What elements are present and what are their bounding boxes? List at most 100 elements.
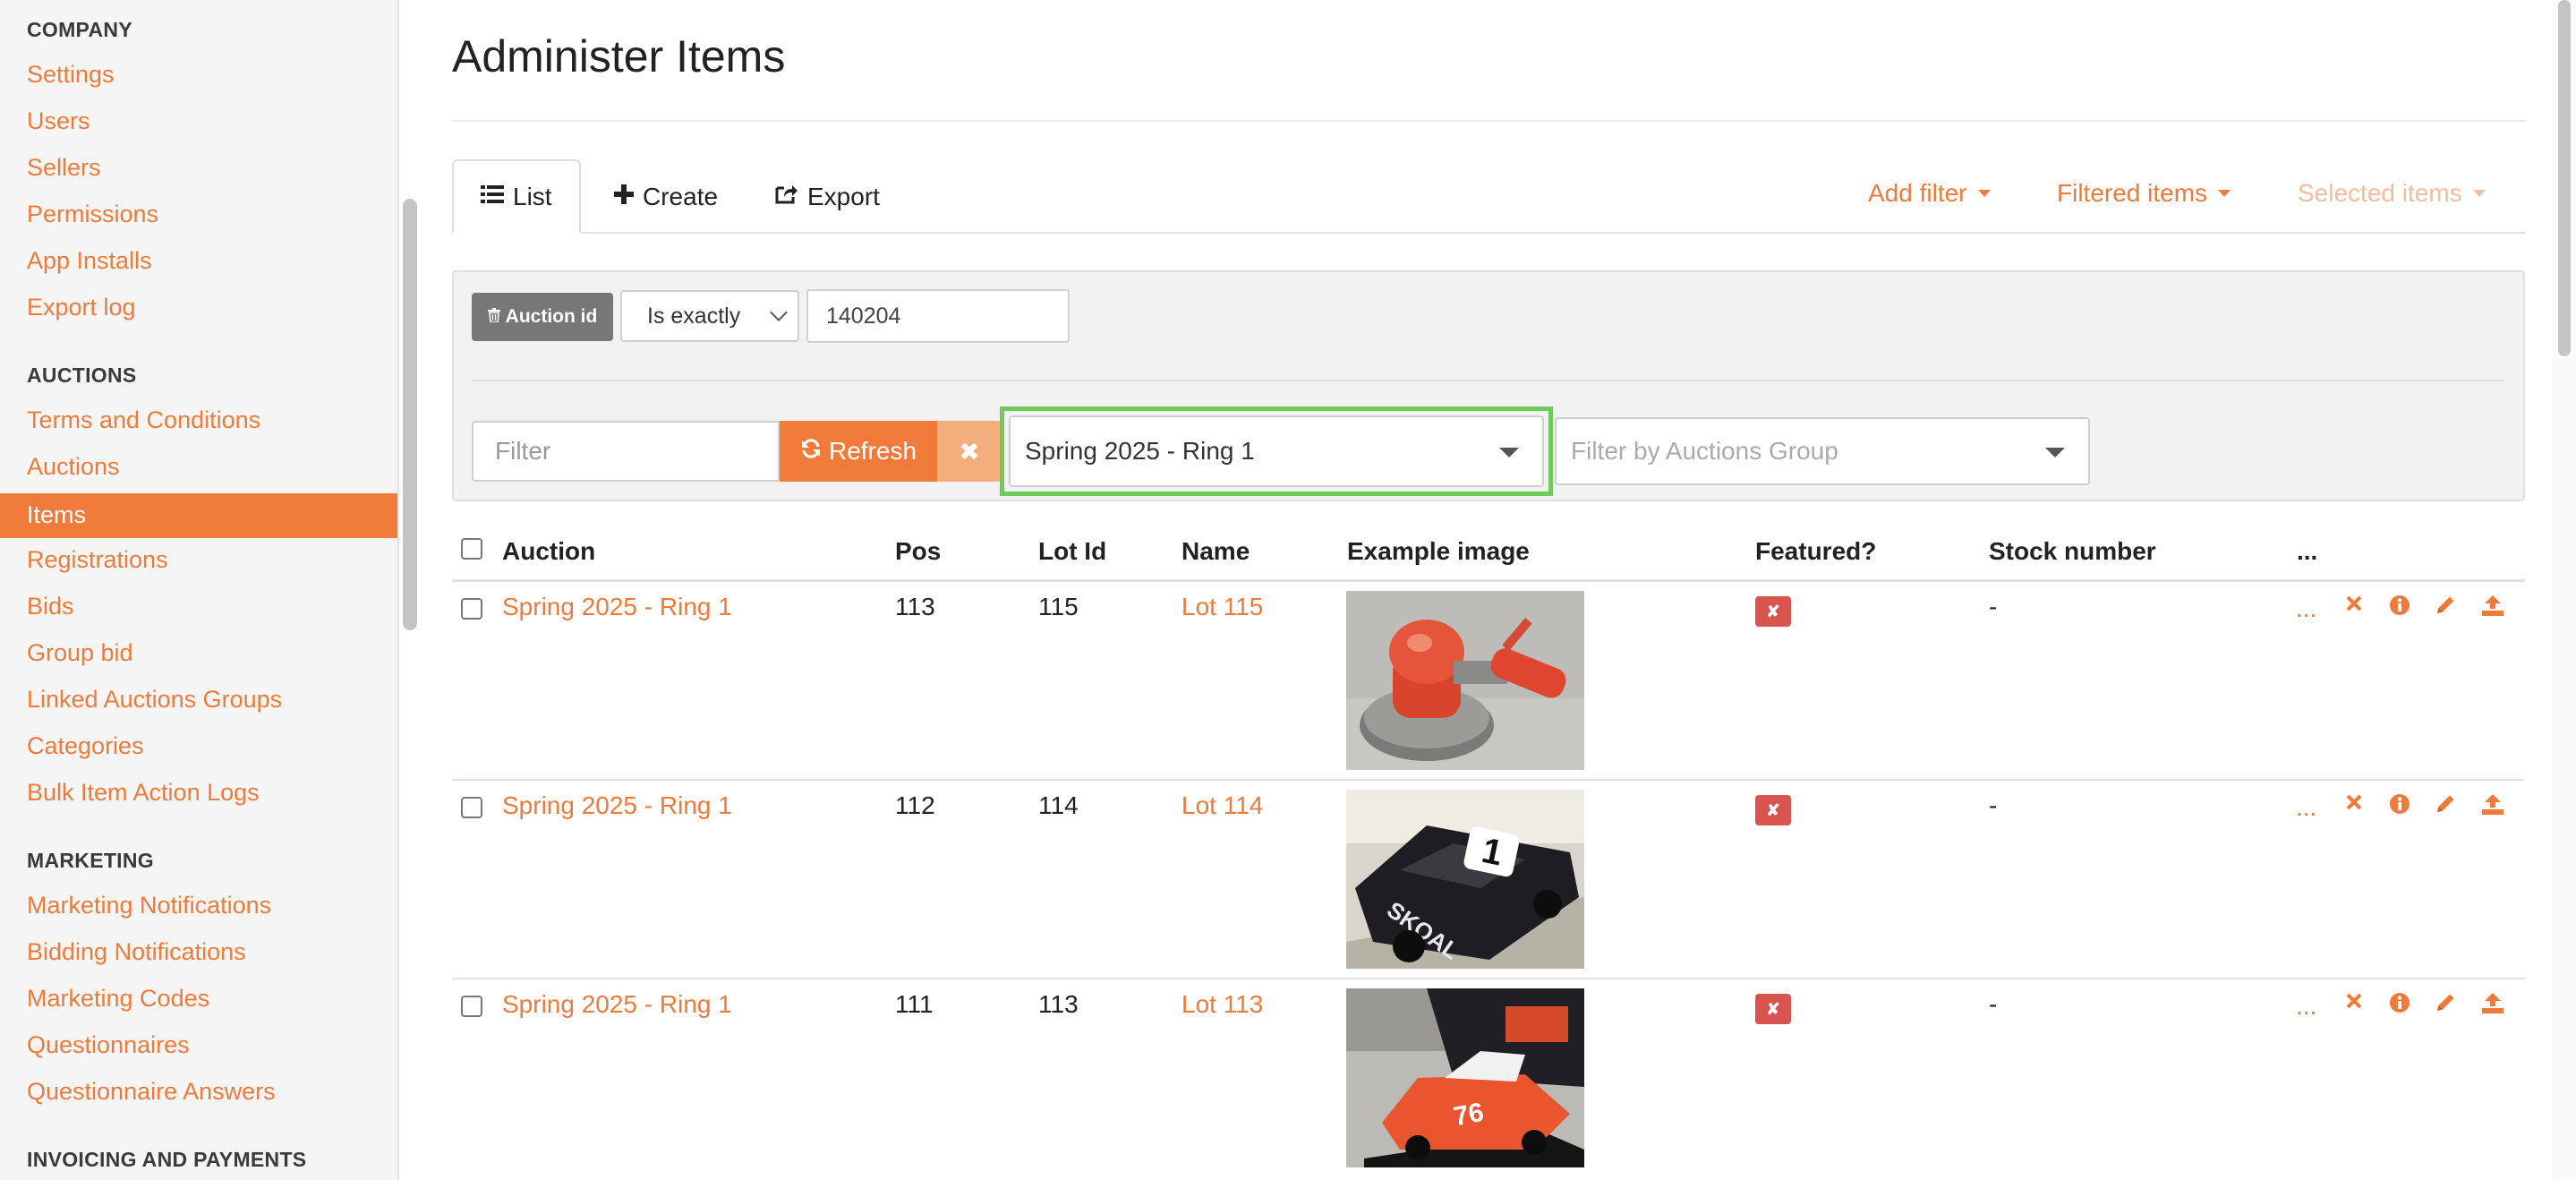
auction-id-input[interactable]: 140204 bbox=[806, 289, 1070, 343]
sidebar-item-items[interactable]: Items bbox=[0, 493, 397, 538]
filter-operator-select[interactable]: Is exactly bbox=[620, 290, 799, 342]
item-thumbnail-sander[interactable] bbox=[1346, 591, 1584, 770]
close-icon: ✖ bbox=[959, 437, 980, 466]
featured-no-badge[interactable]: ✘ bbox=[1755, 994, 1791, 1024]
row-checkbox[interactable] bbox=[461, 598, 482, 620]
info-icon[interactable] bbox=[2389, 594, 2410, 616]
sidebar-heading-marketing: MARKETING bbox=[27, 849, 154, 872]
sidebar-item-categories[interactable]: Categories bbox=[27, 732, 144, 760]
column-header-stock-number[interactable]: Stock number bbox=[1989, 537, 2156, 566]
title-divider bbox=[452, 120, 2525, 122]
table-row: Spring 2025 - Ring 1 113 115 Lot 115 ✘ -… bbox=[452, 582, 2525, 781]
plus-icon bbox=[614, 183, 634, 210]
sidebar-item-sellers[interactable]: Sellers bbox=[27, 154, 101, 182]
upload-icon[interactable] bbox=[2481, 793, 2504, 815]
caret-down-icon bbox=[2045, 448, 2065, 457]
row-checkbox[interactable] bbox=[461, 996, 482, 1017]
sidebar-item-registrations[interactable]: Registrations bbox=[27, 546, 168, 574]
filtered-items-dropdown[interactable]: Filtered items bbox=[2057, 179, 2231, 208]
column-header-more: ... bbox=[2297, 537, 2318, 565]
tab-export[interactable]: Export bbox=[775, 159, 880, 234]
sidebar-item-terms[interactable]: Terms and Conditions bbox=[27, 406, 260, 434]
upload-icon[interactable] bbox=[2481, 992, 2504, 1013]
refresh-button[interactable]: Refresh bbox=[780, 421, 937, 482]
row-name-link[interactable]: Lot 115 bbox=[1181, 593, 1263, 621]
table-row: Spring 2025 - Ring 1 112 114 Lot 114 1 S… bbox=[452, 781, 2525, 979]
pencil-icon[interactable] bbox=[2435, 594, 2456, 616]
sidebar-item-group-bid[interactable]: Group bid bbox=[27, 639, 133, 667]
add-filter-dropdown[interactable]: Add filter bbox=[1868, 179, 1991, 208]
sidebar-scrollbar[interactable] bbox=[403, 199, 417, 630]
auctions-group-select[interactable]: Filter by Auctions Group bbox=[1555, 417, 2090, 485]
delete-icon[interactable] bbox=[2345, 594, 2363, 612]
info-icon[interactable] bbox=[2389, 992, 2410, 1013]
filtered-items-label: Filtered items bbox=[2057, 179, 2208, 207]
caret-down-icon bbox=[1977, 189, 1991, 197]
table-row: Spring 2025 - Ring 1 111 113 Lot 113 76 … bbox=[452, 979, 2525, 1178]
sidebar-item-marketing-codes[interactable]: Marketing Codes bbox=[27, 985, 209, 1013]
selected-items-dropdown[interactable]: Selected items bbox=[2298, 179, 2486, 208]
caret-down-icon bbox=[2472, 189, 2486, 197]
sidebar-item-permissions[interactable]: Permissions bbox=[27, 201, 158, 228]
row-name-link[interactable]: Lot 113 bbox=[1181, 990, 1263, 1019]
sidebar-item-marketing-notifications[interactable]: Marketing Notifications bbox=[27, 892, 271, 919]
add-filter-label: Add filter bbox=[1868, 179, 1967, 207]
tab-divider bbox=[452, 232, 2525, 234]
sidebar: COMPANY Settings Users Sellers Permissio… bbox=[0, 0, 399, 1180]
column-header-lot-id[interactable]: Lot Id bbox=[1038, 537, 1106, 566]
item-thumbnail-race-car[interactable]: 1 SKOAL bbox=[1346, 790, 1584, 969]
row-auction-link[interactable]: Spring 2025 - Ring 1 bbox=[502, 791, 732, 820]
delete-icon[interactable] bbox=[2345, 992, 2363, 1010]
sidebar-item-auctions[interactable]: Auctions bbox=[27, 453, 120, 481]
more-actions-link[interactable]: ... bbox=[2296, 992, 2316, 1021]
search-input[interactable]: Filter bbox=[472, 421, 780, 482]
sidebar-item-questionnaire-answers[interactable]: Questionnaire Answers bbox=[27, 1078, 276, 1106]
more-actions-link[interactable]: ... bbox=[2296, 793, 2316, 822]
sidebar-item-label: Items bbox=[27, 501, 87, 528]
svg-text:76: 76 bbox=[1452, 1098, 1487, 1132]
item-thumbnail-truck[interactable]: 76 bbox=[1346, 988, 1584, 1167]
pencil-icon[interactable] bbox=[2435, 793, 2456, 815]
page-scrollbar[interactable] bbox=[2558, 0, 2571, 356]
column-header-name[interactable]: Name bbox=[1181, 537, 1250, 566]
clear-filter-button[interactable]: ✖ bbox=[937, 421, 1002, 482]
tab-list[interactable]: List bbox=[452, 159, 581, 234]
column-header-pos[interactable]: Pos bbox=[895, 537, 941, 566]
row-auction-link[interactable]: Spring 2025 - Ring 1 bbox=[502, 990, 732, 1019]
more-actions-link[interactable]: ... bbox=[2296, 594, 2316, 623]
row-stock-number: - bbox=[1989, 791, 1998, 819]
featured-no-badge[interactable]: ✘ bbox=[1755, 596, 1791, 627]
row-name-link[interactable]: Lot 114 bbox=[1181, 791, 1263, 820]
remove-auction-id-filter-button[interactable]: Auction id bbox=[472, 293, 613, 341]
filter-chip-label: Auction id bbox=[505, 306, 598, 327]
sidebar-item-bulk-item-action-logs[interactable]: Bulk Item Action Logs bbox=[27, 779, 260, 807]
selected-items-label: Selected items bbox=[2298, 179, 2462, 207]
sidebar-item-export-log[interactable]: Export log bbox=[27, 294, 136, 321]
caret-down-icon bbox=[1499, 448, 1519, 457]
sidebar-item-bidding-notifications[interactable]: Bidding Notifications bbox=[27, 938, 246, 966]
sidebar-item-questionnaires[interactable]: Questionnaires bbox=[27, 1031, 190, 1059]
info-icon[interactable] bbox=[2389, 793, 2410, 815]
sidebar-item-app-installs[interactable]: App Installs bbox=[27, 247, 152, 275]
select-all-checkbox[interactable] bbox=[461, 538, 482, 560]
caret-down-icon bbox=[2218, 189, 2231, 197]
column-header-example-image: Example image bbox=[1347, 537, 1530, 565]
column-header-auction[interactable]: Auction bbox=[502, 537, 595, 566]
sidebar-item-users[interactable]: Users bbox=[27, 107, 90, 135]
row-auction-link[interactable]: Spring 2025 - Ring 1 bbox=[502, 593, 732, 621]
tab-export-label: Export bbox=[807, 182, 880, 210]
upload-icon[interactable] bbox=[2481, 594, 2504, 616]
featured-no-badge[interactable]: ✘ bbox=[1755, 795, 1791, 825]
auctions-group-placeholder: Filter by Auctions Group bbox=[1571, 437, 1838, 465]
export-icon bbox=[775, 183, 798, 210]
column-header-featured[interactable]: Featured? bbox=[1755, 537, 1876, 566]
row-checkbox[interactable] bbox=[461, 797, 482, 818]
delete-icon[interactable] bbox=[2345, 793, 2363, 811]
auction-select[interactable]: Spring 2025 - Ring 1 bbox=[1009, 415, 1544, 487]
pencil-icon[interactable] bbox=[2435, 992, 2456, 1013]
tab-create[interactable]: Create bbox=[614, 159, 718, 234]
sidebar-item-bids[interactable]: Bids bbox=[27, 593, 74, 620]
chevron-down-icon bbox=[770, 304, 788, 321]
sidebar-item-settings[interactable]: Settings bbox=[27, 61, 115, 89]
sidebar-item-linked-auctions-groups[interactable]: Linked Auctions Groups bbox=[27, 686, 282, 714]
